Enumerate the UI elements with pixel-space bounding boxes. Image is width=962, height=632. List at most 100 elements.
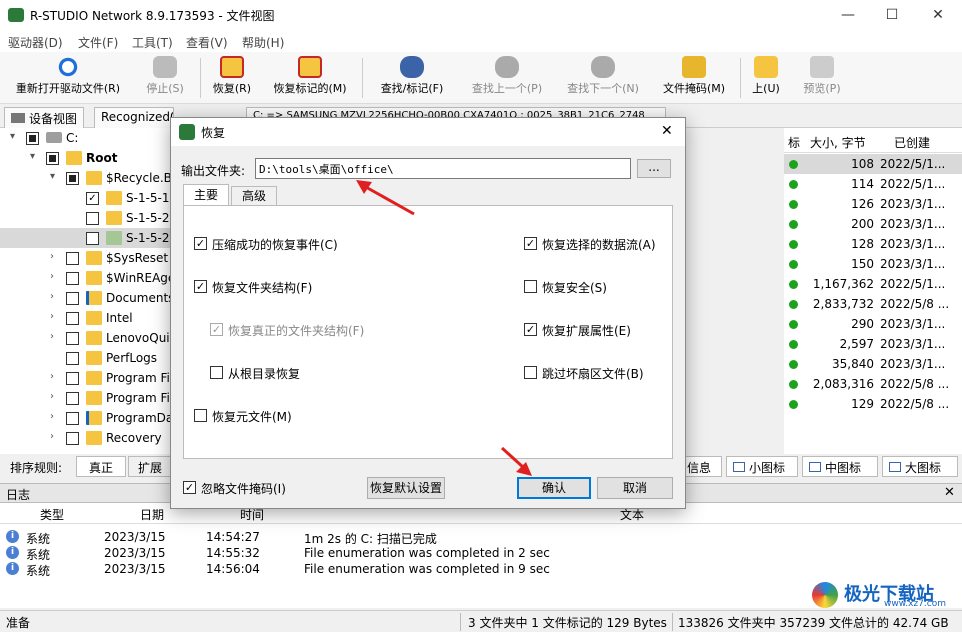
tree-item[interactable]: ✓ S-1-5-18 [0, 188, 177, 208]
maximize-button[interactable]: ☐ [872, 4, 912, 26]
tree-item-checkbox[interactable] [66, 172, 79, 185]
list-item[interactable]: 128 2023/3/1... [784, 234, 962, 254]
tab-recognized[interactable]: Recognized0 [94, 107, 174, 128]
tree-item-checkbox[interactable] [66, 272, 79, 285]
tree-item-checkbox[interactable] [66, 412, 79, 425]
chevron-down-icon[interactable]: ▾ [30, 151, 40, 162]
list-item[interactable]: 1,167,362 2022/5/1... [784, 274, 962, 294]
tree-item[interactable]: › Program Files [0, 368, 187, 388]
chevron-right-icon[interactable]: › [50, 251, 60, 262]
column-created[interactable]: 已创建 [894, 134, 930, 151]
cancel-button[interactable]: 取消 [597, 477, 673, 499]
tree-item[interactable]: › Intel [0, 308, 176, 328]
folder-structure-checkbox[interactable]: ✓ [194, 280, 207, 293]
log-row[interactable]: i 系统 2023/3/15 14:55:32 File enumeration was… [0, 545, 962, 562]
tree-item-checkbox[interactable] [66, 252, 79, 265]
tree-item[interactable]: S-1-5-21 [0, 228, 177, 248]
tree-item-checkbox[interactable] [26, 132, 39, 145]
tree-item[interactable]: › Program Files [0, 388, 187, 408]
tree-item-checkbox[interactable] [66, 292, 79, 305]
ignore-file-mask-checkbox[interactable]: ✓ [183, 481, 196, 494]
tree-item-checkbox[interactable] [66, 392, 79, 405]
find-mark-button[interactable]: 查找/标记(F) [370, 56, 454, 96]
tab-advanced[interactable]: 高级 [231, 186, 277, 206]
list-item[interactable]: 126 2023/3/1... [784, 194, 962, 214]
file-mask-button[interactable]: 文件掩码(M) [656, 56, 732, 96]
chevron-right-icon[interactable]: › [50, 431, 60, 442]
tree-item-checkbox[interactable] [66, 432, 79, 445]
menu-tools[interactable]: 工具(T) [132, 34, 173, 51]
list-item[interactable]: 129 2022/5/8 ... [784, 394, 962, 414]
streams-checkbox[interactable]: ✓ [524, 237, 537, 250]
column-flag[interactable]: 标 [788, 134, 800, 151]
tree-item[interactable]: › Recovery [0, 428, 176, 448]
list-item[interactable]: 108 2022/5/1... [784, 154, 962, 174]
tree-item[interactable]: S-1-5-21 [0, 208, 177, 228]
tree-item-checkbox[interactable] [86, 212, 99, 225]
tree-item[interactable]: › $WinREAgent [0, 268, 188, 288]
find-next-button[interactable]: 查找下一个(N) [558, 56, 648, 96]
close-button[interactable]: ✕ [918, 4, 958, 26]
ok-button[interactable]: 确认 [517, 477, 591, 499]
skip-bad-sectors-checkbox[interactable] [524, 366, 537, 379]
restore-defaults-button[interactable]: 恢复默认设置 [367, 477, 445, 499]
tree-item-checkbox[interactable] [66, 352, 79, 365]
menu-file[interactable]: 文件(F) [78, 34, 118, 51]
output-folder-input[interactable]: D:\tools\桌面\office\ [255, 158, 631, 179]
tab-main[interactable]: 主要 [183, 184, 229, 206]
tree-item-checkbox[interactable]: ✓ [86, 192, 99, 205]
menu-drives[interactable]: 驱动器(D) [8, 34, 63, 51]
tree-item[interactable]: › ProgramData [0, 408, 185, 428]
view-small-icons-button[interactable]: 小图标 [726, 456, 798, 477]
tree-item[interactable]: ▾ Root [0, 148, 176, 168]
chevron-right-icon[interactable]: › [50, 271, 60, 282]
real-folder-structure-checkbox[interactable]: ✓ [210, 323, 223, 336]
view-info-button[interactable]: 信息 [680, 456, 722, 477]
chevron-down-icon[interactable]: ▾ [10, 131, 20, 142]
sort-tab-extension[interactable]: 扩展 [128, 456, 172, 477]
from-root-checkbox[interactable] [210, 366, 223, 379]
metafiles-checkbox[interactable] [194, 409, 207, 422]
view-large-icons-button[interactable]: 大图标 [882, 456, 958, 477]
tree-item-checkbox[interactable] [46, 152, 59, 165]
tree-item[interactable]: PerfLogs [0, 348, 176, 368]
tree-item-checkbox[interactable] [86, 232, 99, 245]
list-item[interactable]: 200 2023/3/1... [784, 214, 962, 234]
tree-item[interactable]: › $SysReset [0, 248, 176, 268]
chevron-right-icon[interactable]: › [50, 291, 60, 302]
extended-attributes-checkbox[interactable]: ✓ [524, 323, 537, 336]
reopen-drive-button[interactable]: 重新打开驱动文件(R) [8, 56, 128, 96]
list-item[interactable]: 114 2022/5/1... [784, 174, 962, 194]
list-item[interactable]: 2,597 2023/3/1... [784, 334, 962, 354]
preview-button[interactable]: 预览(P) [796, 56, 848, 96]
chevron-right-icon[interactable]: › [50, 311, 60, 322]
chevron-down-icon[interactable]: ▾ [50, 171, 60, 182]
chevron-right-icon[interactable]: › [50, 411, 60, 422]
log-col-date[interactable]: 日期 [140, 506, 164, 523]
find-prev-button[interactable]: 查找上一个(P) [462, 56, 552, 96]
log-close-icon[interactable]: ✕ [944, 485, 955, 500]
menu-help[interactable]: 帮助(H) [242, 34, 284, 51]
chevron-right-icon[interactable]: › [50, 391, 60, 402]
stop-button[interactable]: 停止(S) [138, 56, 192, 96]
list-item[interactable]: 150 2023/3/1... [784, 254, 962, 274]
chevron-right-icon[interactable]: › [50, 331, 60, 342]
list-item[interactable]: 2,083,316 2022/5/8 ... [784, 374, 962, 394]
dialog-close-button[interactable]: ✕ [661, 123, 673, 139]
log-row[interactable]: i 系统 2023/3/15 14:54:27 1m 2s 的 C: 扫描已完成 [0, 529, 962, 546]
list-item[interactable]: 35,840 2023/3/1... [784, 354, 962, 374]
tree-item[interactable]: ▾ $Recycle.Bin [0, 168, 183, 188]
up-button[interactable]: 上(U) [746, 56, 786, 96]
recover-button[interactable]: 恢复(R) [206, 56, 258, 96]
tree-item-checkbox[interactable] [66, 332, 79, 345]
security-checkbox[interactable] [524, 280, 537, 293]
tree-item[interactable]: › LenovoQuick [0, 328, 183, 348]
list-item[interactable]: 2,833,732 2022/5/8 ... [784, 294, 962, 314]
browse-button[interactable]: ... [637, 159, 671, 178]
compress-checkbox[interactable]: ✓ [194, 237, 207, 250]
tree-item-checkbox[interactable] [66, 312, 79, 325]
menu-view[interactable]: 查看(V) [186, 34, 228, 51]
minimize-button[interactable]: — [828, 4, 868, 26]
sort-tab-real[interactable]: 真正 [76, 456, 126, 477]
tree-item[interactable]: ▾ C: [0, 128, 176, 148]
